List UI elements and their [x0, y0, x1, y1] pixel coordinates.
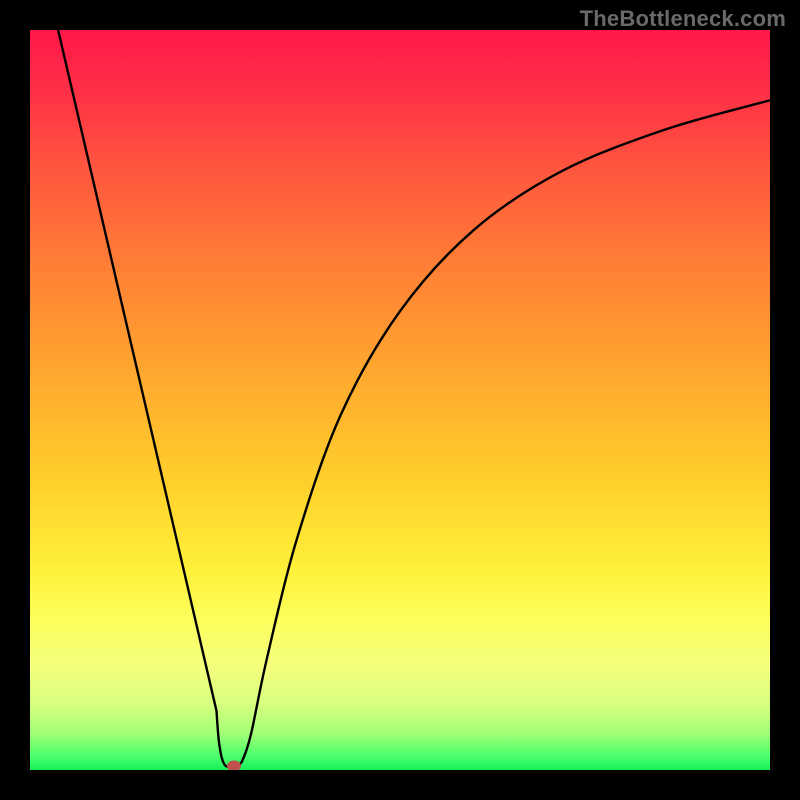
curve-path [58, 30, 770, 767]
plot-area [30, 30, 770, 770]
watermark-text: TheBottleneck.com [580, 6, 786, 32]
chart-frame: TheBottleneck.com [0, 0, 800, 800]
optimum-marker [227, 761, 241, 770]
bottleneck-curve [30, 30, 770, 770]
